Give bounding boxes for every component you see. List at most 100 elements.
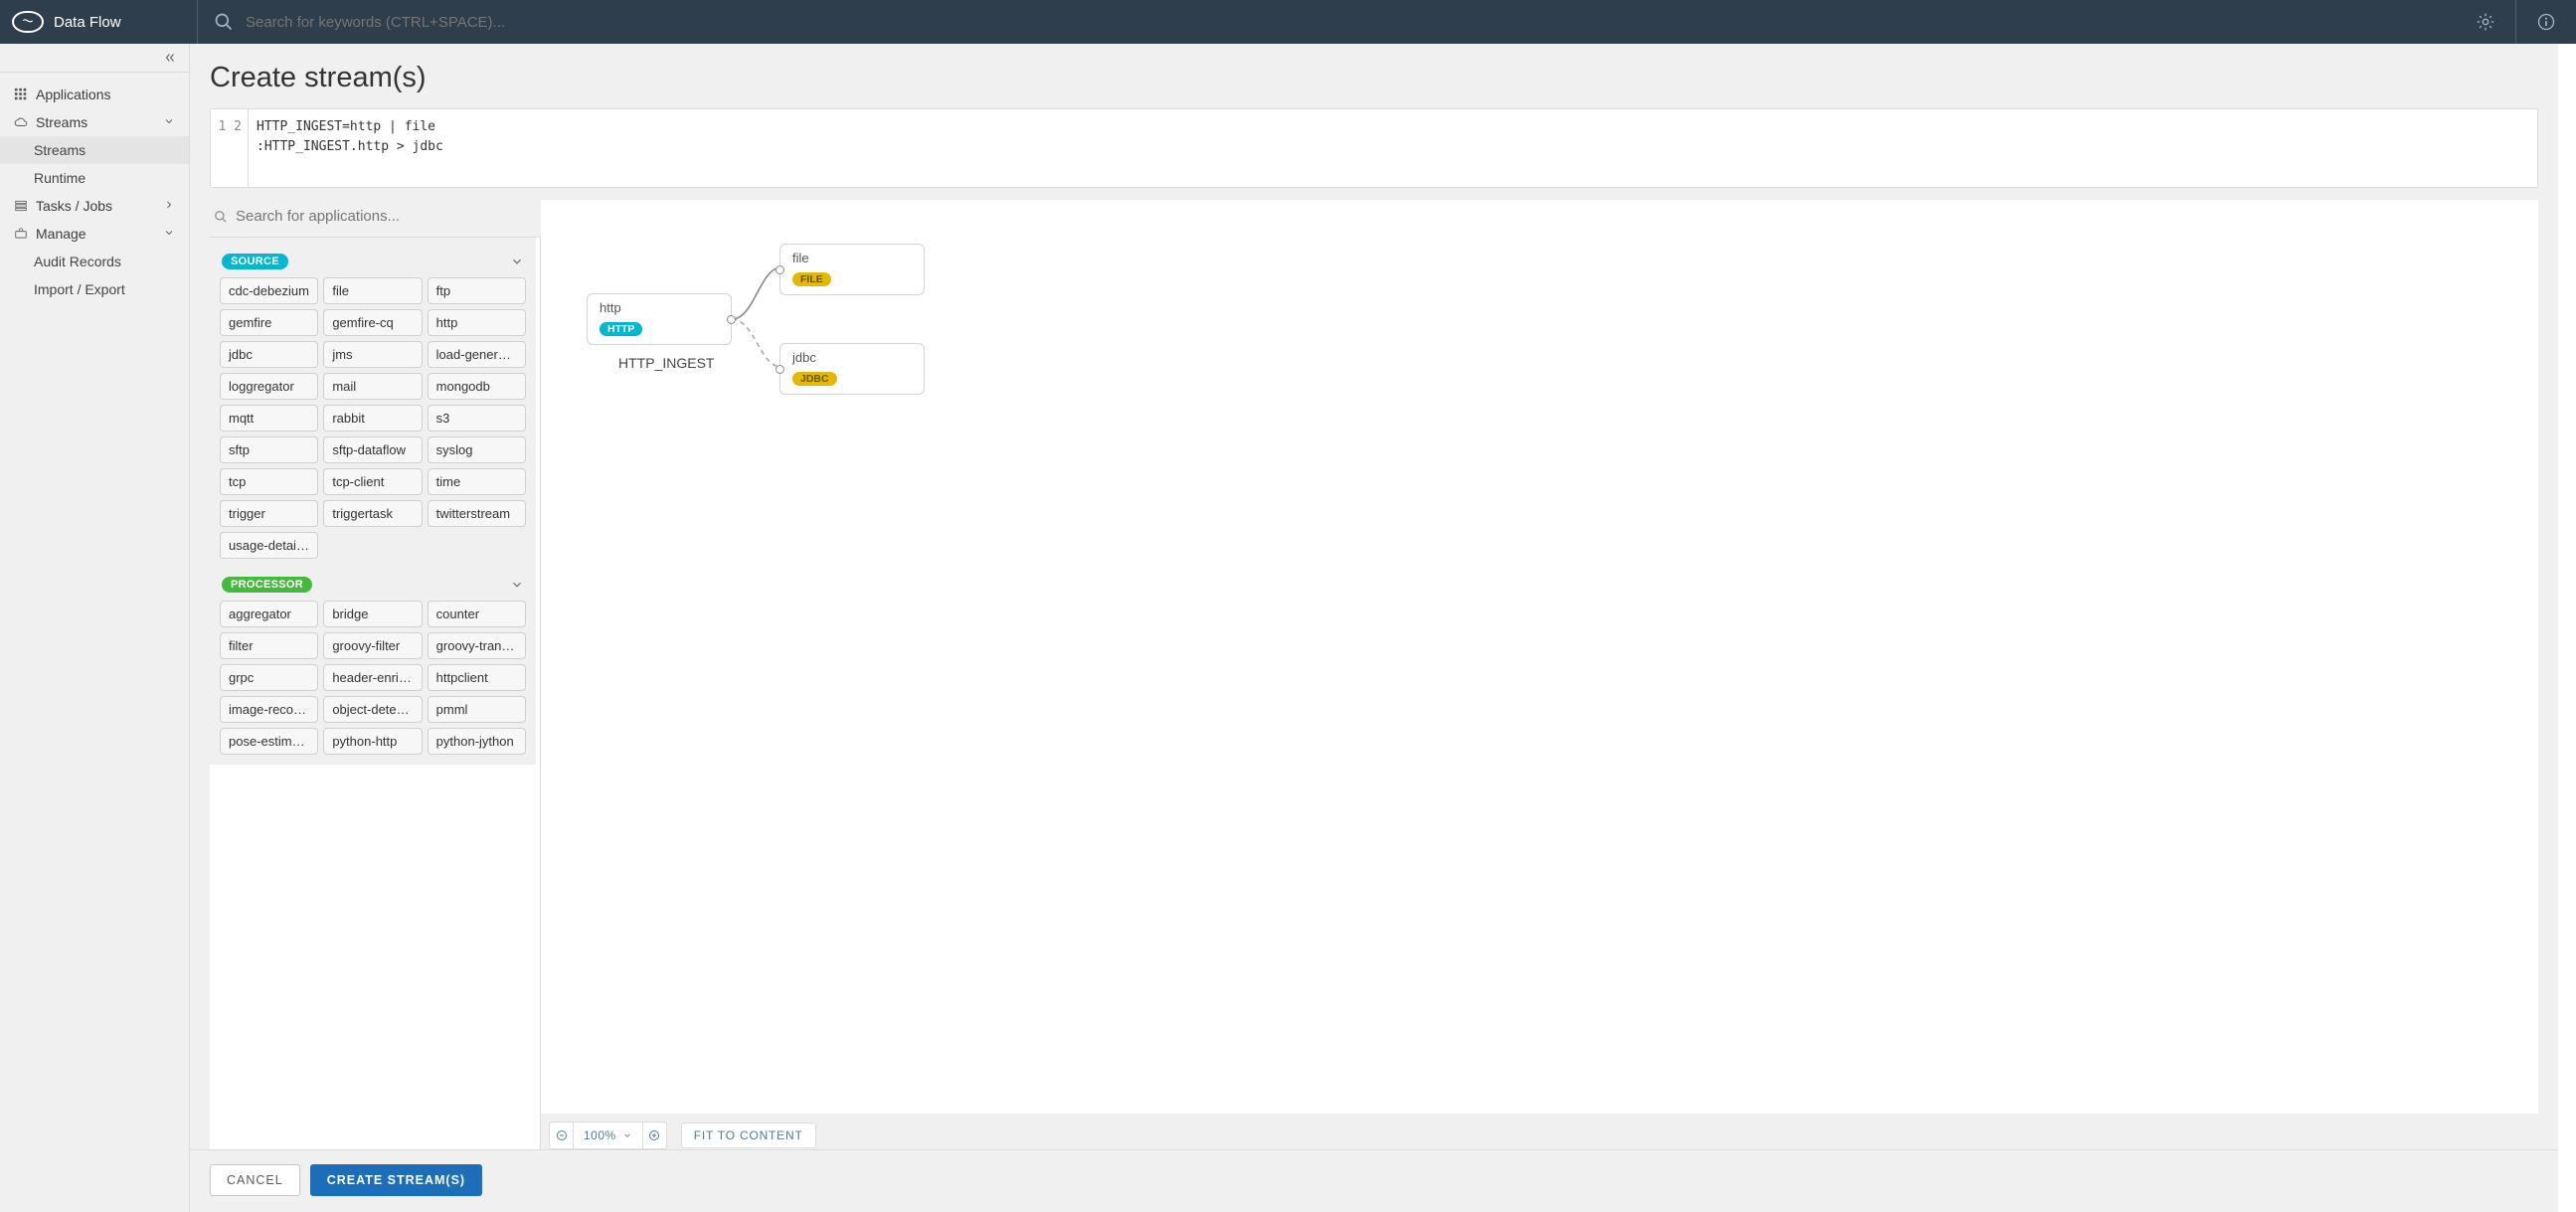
section-header-processor[interactable]: PROCESSOR [220, 571, 526, 601]
sidebar-item-label: Manage [36, 226, 86, 242]
palette: SOURCE cdc-debeziumfileftp gemfiregemfire… [210, 200, 541, 1149]
builder: SOURCE cdc-debeziumfileftpgemfiregemfire… [210, 200, 2538, 1149]
divider [197, 0, 198, 44]
source-chip-gemfire-cq[interactable]: gemfire-cq [323, 309, 422, 336]
source-chip-gemfire[interactable]: gemfire [220, 309, 318, 336]
main-inner: Create stream(s) 1 2 HTTP_INGEST=http | … [190, 44, 2558, 1149]
processor-chip-aggregator[interactable]: aggregator [220, 601, 318, 627]
node-tag-http: HTTP [600, 322, 642, 336]
main: Create stream(s) 1 2 HTTP_INGEST=http | … [190, 44, 2576, 1212]
grid-icon [14, 87, 28, 101]
source-chip-grid: cdc-debeziumfileftp gemfiregemfire-cqhttp… [220, 277, 526, 559]
brand-name: Data Flow [54, 14, 121, 31]
source-chip-syslog[interactable]: syslog [428, 436, 526, 463]
source-chip-rabbit[interactable]: rabbit [323, 405, 422, 432]
sidebar-subitem-runtime[interactable]: Runtime [0, 164, 189, 192]
processor-chip-groovy-filter[interactable]: groovy-filter [323, 632, 422, 659]
node-http[interactable]: http HTTP [587, 293, 732, 345]
source-chip-http[interactable]: http [428, 309, 526, 336]
processor-chip-pose-estimation[interactable]: pose-estimation [220, 728, 318, 755]
footer: CANCEL CREATE STREAM(S) [190, 1149, 2558, 1212]
processor-chip-counter[interactable]: counter [428, 601, 526, 627]
processor-chip-filter[interactable]: filter [220, 632, 318, 659]
port-out[interactable] [727, 315, 736, 324]
chevrons-left-icon [163, 51, 177, 65]
processor-chip-python-jython[interactable]: python-jython [428, 728, 526, 755]
processor-chip-python-http[interactable]: python-http [323, 728, 422, 755]
source-chip-jdbc[interactable]: jdbc [220, 341, 318, 368]
processor-chip-groovy-transform[interactable]: groovy-transform [428, 632, 526, 659]
source-chip-usage-detail-se-[interactable]: usage-detail-se... [220, 532, 318, 559]
source-chip-mail[interactable]: mail [323, 373, 422, 400]
node-tag-file: FILE [792, 272, 831, 286]
source-chip-load-generator[interactable]: load-generator [428, 341, 526, 368]
port-in[interactable] [775, 365, 784, 374]
source-chip-mongodb[interactable]: mongodb [428, 373, 526, 400]
create-stream-button[interactable]: CREATE STREAM(S) [310, 1164, 482, 1196]
zoom-in-button[interactable] [642, 1123, 666, 1148]
cloud-icon [14, 115, 28, 129]
palette-scroll[interactable]: SOURCE cdc-debeziumfileftp gemfiregemfire… [210, 237, 541, 1149]
sidebar-subitem-import-export[interactable]: Import / Export [0, 275, 189, 303]
processor-chip-bridge[interactable]: bridge [323, 601, 422, 627]
cancel-button[interactable]: CANCEL [210, 1164, 300, 1196]
source-chip-sftp[interactable]: sftp [220, 436, 318, 463]
source-chip-cdc-debezium[interactable]: cdc-debezium [220, 277, 318, 304]
sidebar-collapse[interactable] [0, 44, 189, 73]
global-search [206, 4, 2468, 40]
processor-chip-image-recogniti-[interactable]: image-recogniti... [220, 696, 318, 723]
source-chip-triggertask[interactable]: triggertask [323, 500, 422, 527]
sidebar-subitem-streams[interactable]: Streams [0, 136, 189, 164]
sidebar-item-label: Applications [36, 87, 111, 102]
processor-chip-header-enricher[interactable]: header-enricher [323, 664, 422, 691]
palette-search-input[interactable] [234, 204, 541, 229]
search-icon [206, 4, 242, 40]
node-title: file [792, 251, 914, 265]
sidebar-item-applications[interactable]: Applications [0, 81, 189, 108]
graph-canvas[interactable]: http HTTP HTTP_INGEST file FILE [541, 200, 2538, 1114]
dsl-editor[interactable]: 1 2 HTTP_INGEST=http | file :HTTP_INGEST… [210, 108, 2538, 188]
sidebar-subitem-audit-records[interactable]: Audit Records [0, 248, 189, 275]
source-chip-twitterstream[interactable]: twitterstream [428, 500, 526, 527]
processor-badge: PROCESSOR [222, 577, 312, 593]
source-chip-jms[interactable]: jms [323, 341, 422, 368]
processor-chip-object-detection[interactable]: object-detection [323, 696, 422, 723]
sidebar-item-tasks-jobs[interactable]: Tasks / Jobs [0, 192, 189, 220]
sidebar-item-label: Audit Records [34, 254, 121, 269]
sidebar-item-streams[interactable]: Streams [0, 108, 189, 136]
source-chip-file[interactable]: file [323, 277, 422, 304]
info-icon[interactable] [2528, 4, 2564, 40]
port-in[interactable] [775, 265, 784, 274]
source-chip-tcp[interactable]: tcp [220, 468, 318, 495]
node-file[interactable]: file FILE [779, 244, 925, 295]
fit-to-content-button[interactable]: FIT TO CONTENT [681, 1123, 816, 1148]
chevron-down-icon [510, 578, 524, 592]
source-chip-s3[interactable]: s3 [428, 405, 526, 432]
sidebar-item-manage[interactable]: Manage [0, 220, 189, 248]
processor-chip-grpc[interactable]: grpc [220, 664, 318, 691]
source-chip-time[interactable]: time [428, 468, 526, 495]
node-jdbc[interactable]: jdbc JDBC [779, 343, 925, 395]
toolbox-icon [14, 227, 28, 241]
processor-chip-pmml[interactable]: pmml [428, 696, 526, 723]
brand-logo-icon [12, 11, 44, 33]
zoom-value[interactable]: 100% [574, 1128, 642, 1142]
zoom-out-button[interactable] [550, 1123, 574, 1148]
source-chip-sftp-dataflow[interactable]: sftp-dataflow [323, 436, 422, 463]
source-chip-loggregator[interactable]: loggregator [220, 373, 318, 400]
source-chip-mqtt[interactable]: mqtt [220, 405, 318, 432]
source-chip-trigger[interactable]: trigger [220, 500, 318, 527]
global-search-input[interactable] [242, 8, 2468, 37]
editor-body[interactable]: HTTP_INGEST=http | file :HTTP_INGEST.htt… [249, 109, 2537, 187]
node-tag-jdbc: JDBC [792, 372, 837, 386]
section-header-source[interactable]: SOURCE [220, 248, 526, 277]
node-title: jdbc [792, 350, 914, 365]
nav: Applications StreamsStreams Runtime Tasks /… [0, 73, 189, 1212]
source-badge: SOURCE [222, 254, 288, 269]
sidebar-item-label: Runtime [34, 170, 86, 186]
processor-chip-httpclient[interactable]: httpclient [428, 664, 526, 691]
source-chip-ftp[interactable]: ftp [428, 277, 526, 304]
chevron-down-icon [622, 1130, 632, 1140]
source-chip-tcp-client[interactable]: tcp-client [323, 468, 422, 495]
gear-icon[interactable] [2468, 4, 2503, 40]
